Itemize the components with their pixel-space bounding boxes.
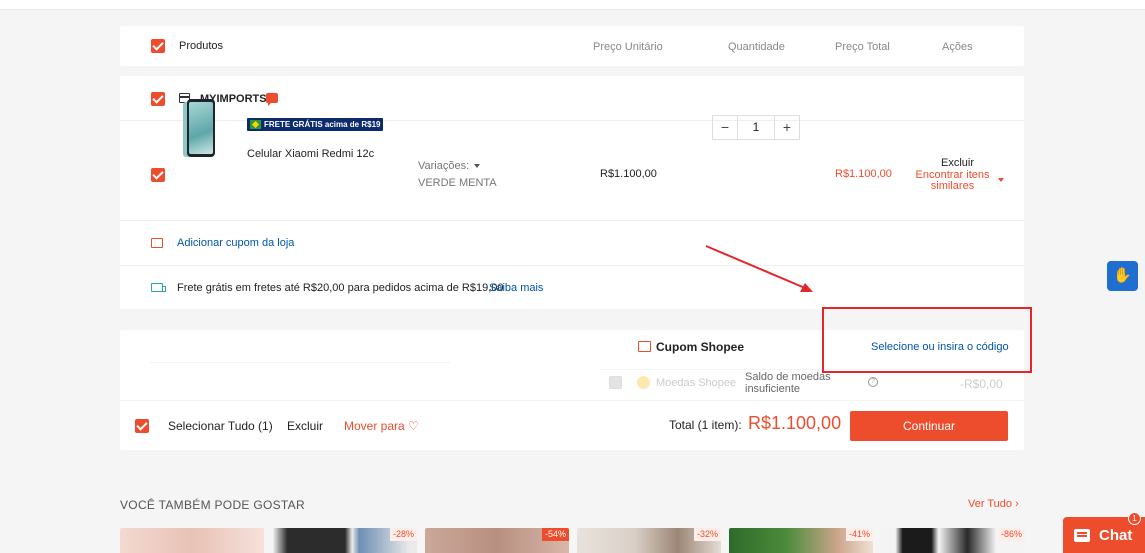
discount-badge: -28% xyxy=(389,528,417,541)
recommendations-title: VOCÊ TAMBÉM PODE GOSTAR xyxy=(120,498,305,512)
discount-badge: -86% xyxy=(997,528,1025,541)
product-card[interactable]: -28% xyxy=(273,528,417,553)
product-card[interactable]: -41% xyxy=(729,528,873,553)
product-card[interactable]: -86% xyxy=(881,528,1025,553)
chat-label: Chat xyxy=(1099,527,1133,544)
annotation-arrow-icon xyxy=(705,245,813,292)
see-all-link[interactable]: Ver Tudo › xyxy=(968,498,1019,510)
discount-badge: -54% xyxy=(541,528,569,541)
chat-notification-badge: 1 xyxy=(1128,512,1141,525)
product-card[interactable]: -32% xyxy=(577,528,721,553)
accessibility-hand-sign-icon[interactable]: ✋ xyxy=(1107,261,1138,291)
product-card[interactable]: -54% xyxy=(425,528,569,553)
product-card[interactable] xyxy=(120,528,264,553)
chat-icon xyxy=(1074,529,1090,542)
discount-badge: -41% xyxy=(845,528,873,541)
discount-badge: -32% xyxy=(693,528,721,541)
